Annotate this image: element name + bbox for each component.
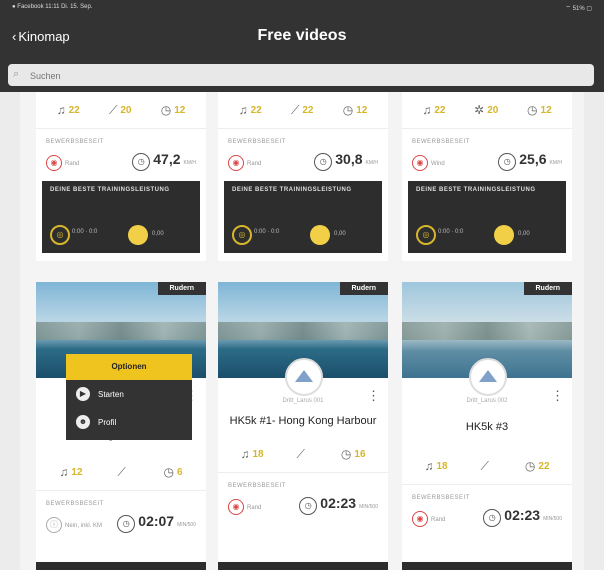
slope-icon: ⟋ <box>296 446 305 461</box>
video-card[interactable]: Rudern ⋮ Dritt_Larus 002 HK5k #3 ♫ 18 ⟋ ◷… <box>402 282 572 570</box>
clock-icon: ◷ <box>117 515 136 533</box>
slope-icon: ⟋ <box>290 102 300 117</box>
music-icon: ♫ <box>59 465 69 479</box>
trophy-icon: ◎ <box>416 225 436 245</box>
performance-row: ◉ Rand ◷ 30,8 KM/H <box>218 145 388 177</box>
stat-music: ♫ 22 <box>56 103 80 117</box>
trophy-icon: ◎ <box>232 225 252 245</box>
options-menu-header: Optionen <box>66 354 192 380</box>
stats-row: ♫ 18 ⟋ ◷ 22 <box>402 448 572 485</box>
music-icon: ♫ <box>238 103 248 117</box>
video-title: HK5k #3 <box>465 421 509 433</box>
clock-icon: ◷ <box>314 153 333 171</box>
difficulty-icon: ◉ <box>412 510 428 527</box>
performance-row: ◉ Rand ◷ 47,2 KM/H <box>36 145 206 177</box>
clock-icon: ◷ <box>299 497 318 515</box>
medal-icon <box>128 225 148 245</box>
author-name[interactable]: Dritt_Larus 001 <box>218 398 388 404</box>
page-title: Free videos <box>257 27 347 44</box>
status-bar: ● Facebook 11:11 Di. 15. Sep. ⌔ 51% ▢ <box>0 0 604 16</box>
best-performance-box: DEINE BESTE TRAININGSLEISTUNG ◎ 0:00 · 0… <box>224 181 382 253</box>
card-footer <box>36 562 206 570</box>
more-options-icon[interactable]: ⋮ <box>551 388 564 404</box>
slope-icon: ⟋ <box>480 458 489 473</box>
stats-row: ♫ 18 ⟋ ◷ 16 <box>218 436 388 473</box>
video-grid: ♫ 22 ⟋ 20 ◷ 12 BEWERBSBESEIT ◉ Rand ◷ 47,2 KM/… <box>20 92 584 570</box>
video-title: HK5k #1- Hong Kong Harbour <box>229 415 377 427</box>
best-performance-box: DEINE BESTE TRAININGSLEISTUNG ◎ 0:00 · 0… <box>42 181 200 253</box>
music-icon: ♫ <box>422 103 432 117</box>
search-icon: ⌕ <box>13 68 20 80</box>
slope-icon: ⟋ <box>117 464 126 479</box>
clock-icon: ◷ <box>483 509 502 527</box>
search-field[interactable]: ⌕ <box>8 64 594 86</box>
sun-icon: ✲ <box>474 103 485 117</box>
author-avatar[interactable] <box>469 358 507 396</box>
medal-icon <box>310 225 330 245</box>
stat-distance: ⟋ 20 <box>108 102 132 117</box>
stats-row: ♫ 22 ✲ 20 ◷ 12 <box>402 92 572 129</box>
trophy-icon: ◎ <box>50 225 70 245</box>
performance-row: ⓘ Nein, inkl. KM ◷ 02:07 MIN/500 <box>36 507 206 539</box>
clock-icon: ◷ <box>132 153 151 171</box>
slope-icon: ⟋ <box>108 102 118 117</box>
back-button[interactable]: ‹ Kinomap <box>12 29 70 44</box>
menu-item-start[interactable]: ▶ Starten <box>66 380 192 408</box>
difficulty-icon: ◉ <box>228 154 244 171</box>
music-icon: ♫ <box>56 103 66 117</box>
difficulty-icon: ◉ <box>228 498 244 515</box>
stats-row: ♫ 12 ⟋ ◷ 6 <box>36 454 206 491</box>
play-icon: ▶ <box>76 387 90 401</box>
timer-icon: ◷ <box>342 103 354 117</box>
timer-icon: ◷ <box>527 103 538 117</box>
nav-bar: ‹ Kinomap Free videos <box>0 16 604 58</box>
video-card[interactable]: ♫ 22 ✲ 20 ◷ 12 BEWERBSBESEIT ◉ Wind ◷ 25,6 KM/… <box>402 92 572 261</box>
search-bar: ⌕ <box>0 58 604 92</box>
back-label: Kinomap <box>18 29 70 44</box>
menu-item-profile[interactable]: ☻ Profil <box>66 408 192 436</box>
card-footer <box>402 562 572 570</box>
category-tag: Rudern <box>339 282 388 295</box>
options-menu: Optionen ▶ Starten ☻ Profil <box>66 354 192 440</box>
stat-time: ◷ 12 <box>160 103 186 117</box>
stat-music: ♫ 22 <box>422 103 446 117</box>
best-performance-box: DEINE BESTE TRAININGSLEISTUNG ◎ 0:00 · 0… <box>408 181 566 253</box>
user-icon: ☻ <box>76 415 90 429</box>
search-input[interactable] <box>28 67 572 85</box>
stat-distance: ⟋ 22 <box>290 102 314 117</box>
video-card[interactable]: ♫ 22 ⟋ 22 ◷ 12 BEWERBSBESEIT ◉ Rand ◷ 30,8 KM/… <box>218 92 388 261</box>
author-avatar[interactable] <box>285 358 323 396</box>
status-right: ⌔ 51% ▢ <box>565 6 592 12</box>
author-name[interactable]: Dritt_Larus 002 <box>402 398 572 404</box>
stats-row: ♫ 22 ⟋ 22 ◷ 12 <box>218 92 388 129</box>
status-left: ● Facebook 11:11 Di. 15. Sep. <box>12 4 93 10</box>
timer-icon: ◷ <box>340 447 352 461</box>
stat-distance: ✲ 20 <box>474 103 499 117</box>
stat-time: ◷ 12 <box>527 103 552 117</box>
performance-row: ◉ Rand ◷ 02:23 MIN/500 <box>402 501 572 533</box>
difficulty-icon: ◉ <box>46 154 62 171</box>
music-icon: ♫ <box>240 447 250 461</box>
stat-time: ◷ 12 <box>342 103 368 117</box>
stats-row: ♫ 22 ⟋ 20 ◷ 12 <box>36 92 206 129</box>
stat-music: ♫ 22 <box>238 103 262 117</box>
music-icon: ♫ <box>424 459 434 473</box>
performance-row: ◉ Wind ◷ 25,6 KM/H <box>402 145 572 177</box>
timer-icon: ◷ <box>163 465 174 479</box>
timer-icon: ◷ <box>160 103 172 117</box>
category-tag: Rudern <box>157 282 206 295</box>
difficulty-icon: ⓘ <box>46 516 62 533</box>
more-options-icon[interactable]: ⋮ <box>367 388 380 404</box>
chevron-left-icon: ‹ <box>12 29 17 44</box>
video-card[interactable]: ♫ 22 ⟋ 20 ◷ 12 BEWERBSBESEIT ◉ Rand ◷ 47,2 KM/… <box>36 92 206 261</box>
timer-icon: ◷ <box>524 459 536 473</box>
difficulty-icon: ◉ <box>412 154 428 171</box>
performance-row: ◉ Rand ◷ 02:23 MIN/500 <box>218 489 388 521</box>
card-footer <box>218 562 388 570</box>
category-tag: Rudern <box>523 282 572 295</box>
medal-icon <box>494 225 514 245</box>
clock-icon: ◷ <box>498 153 517 171</box>
video-card[interactable]: Rudern ⋮ Dritt_Larus 001 HK5k #1- Hong K… <box>218 282 388 570</box>
